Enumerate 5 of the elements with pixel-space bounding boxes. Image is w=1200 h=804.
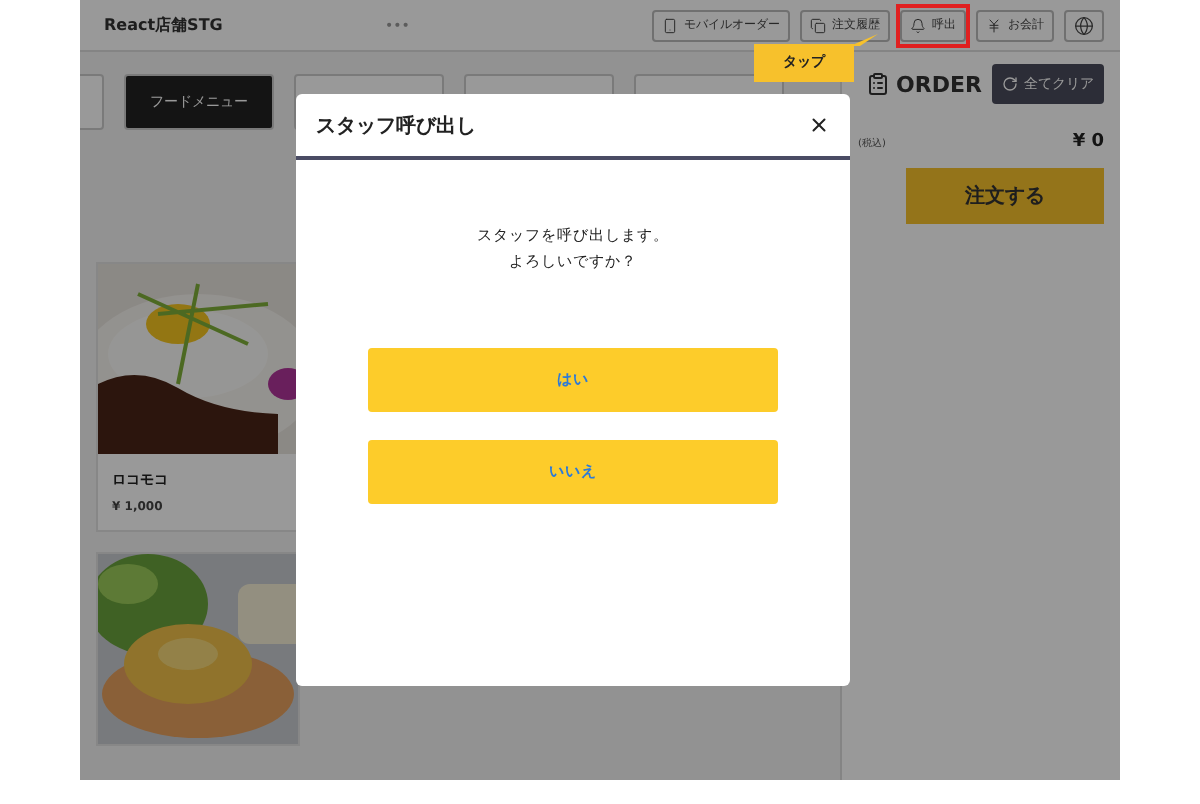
dialog-title: スタッフ呼び出し (316, 113, 476, 139)
order-total: ¥ 0 (1072, 132, 1104, 152)
order-button[interactable]: 注文する (906, 168, 1104, 224)
store-title: React店舗STG (104, 14, 223, 36)
order-title: ORDER (866, 71, 982, 97)
